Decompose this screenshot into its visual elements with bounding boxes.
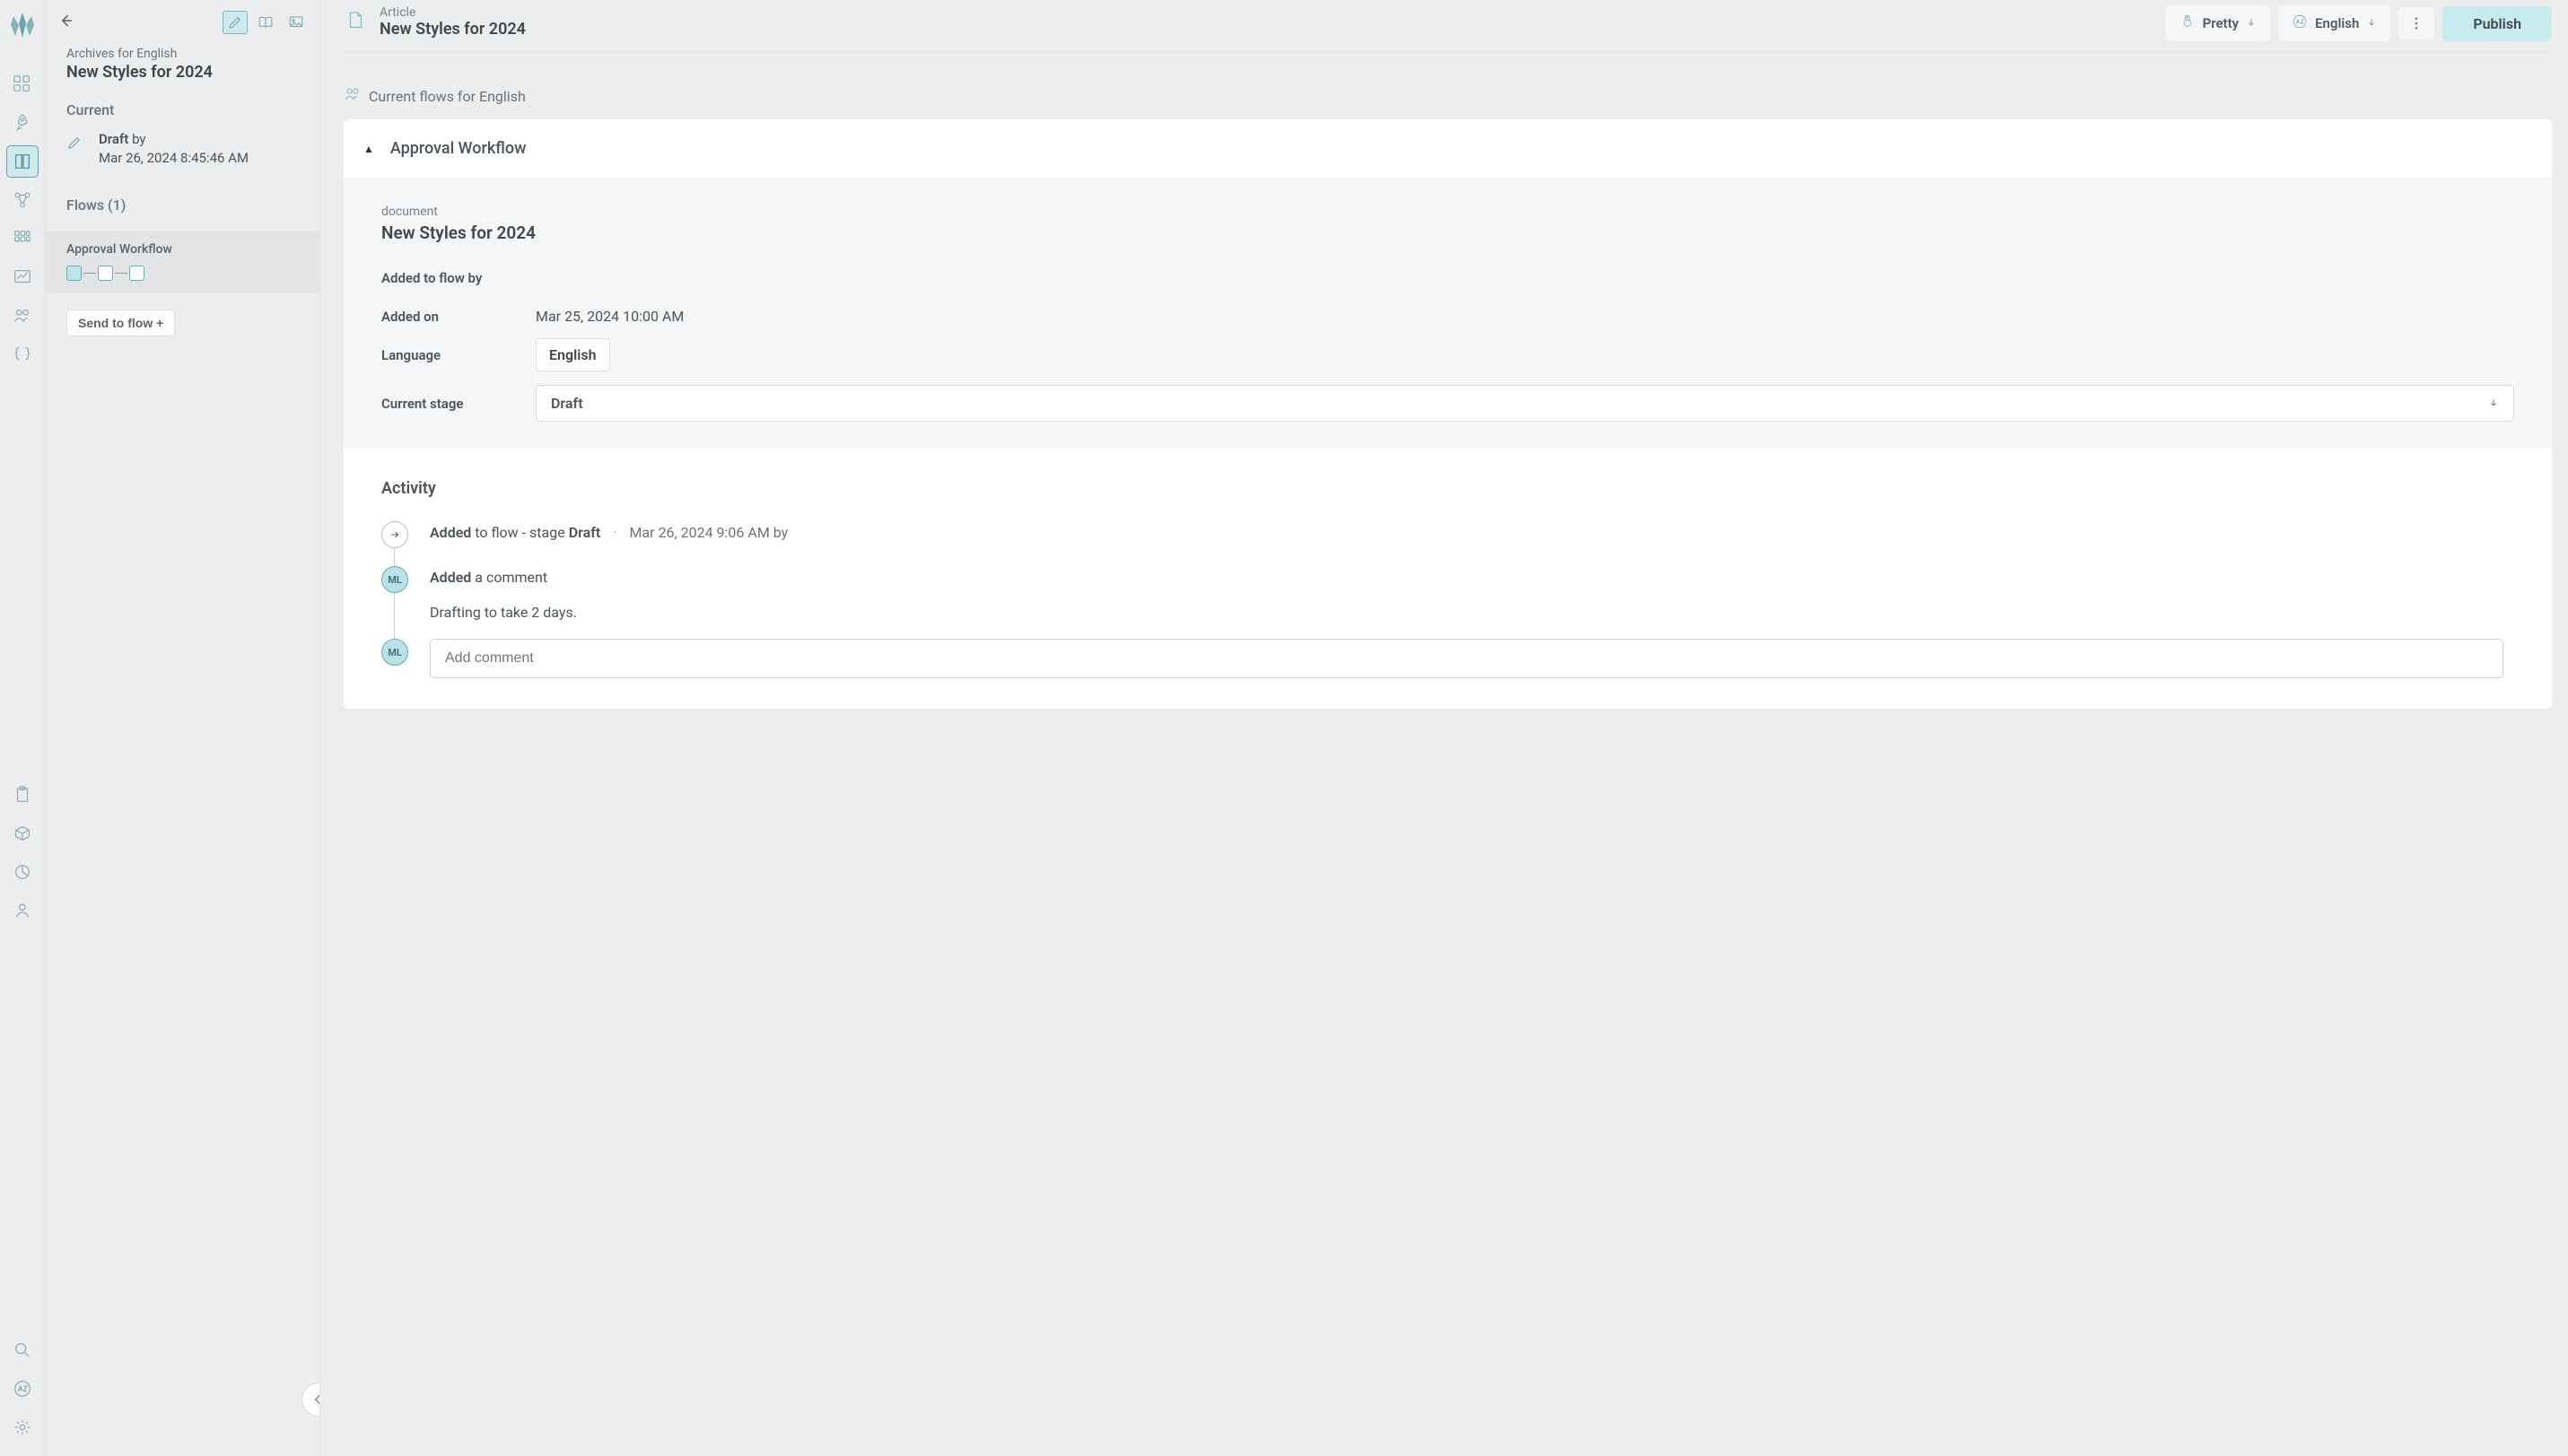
rail-dashboard-icon[interactable] — [6, 68, 39, 100]
people-icon — [344, 85, 362, 107]
document-icon — [345, 10, 367, 37]
meta-language-row: Language English — [381, 346, 2514, 363]
draft-line1: Draft by — [99, 131, 249, 147]
chevron-down-icon — [2366, 15, 2377, 31]
left-rail — [0, 0, 45, 1456]
rail-users-icon[interactable] — [6, 300, 39, 332]
content-type-label: Article — [380, 6, 526, 19]
rail-settings-icon[interactable] — [6, 1411, 39, 1443]
pencil-icon — [66, 131, 86, 166]
main-content: Article New Styles for 2024 Pretty Engli… — [320, 0, 2568, 1456]
activity-heading: Activity — [381, 479, 2503, 498]
flow-steps — [66, 266, 298, 281]
rail-reports-icon[interactable] — [6, 856, 39, 888]
locale-icon — [2292, 13, 2308, 33]
current-flows-heading: Current flows for English — [344, 85, 2552, 107]
header-bar: Article New Styles for 2024 Pretty Engli… — [344, 0, 2552, 53]
language-dropdown[interactable]: English — [2278, 5, 2390, 41]
triangle-up-icon: ▲ — [363, 143, 374, 155]
more-menu-button[interactable] — [2398, 7, 2434, 39]
meta-added-by-row: Added to flow by — [381, 270, 2514, 286]
mode-media-button[interactable] — [284, 11, 309, 34]
send-to-flow-button[interactable]: Send to flow + — [66, 310, 175, 336]
flows-section-label: Flows (1) — [66, 196, 298, 214]
rail-quickstart-icon[interactable] — [6, 107, 39, 139]
meta-stage-row: Current stage Draft — [381, 385, 2514, 422]
rail-locales-icon[interactable] — [6, 1373, 39, 1405]
publish-button[interactable]: Publish — [2442, 6, 2552, 41]
chevron-down-icon — [2488, 395, 2499, 412]
add-comment-row: ML — [381, 639, 2503, 678]
mode-edit-button[interactable] — [223, 11, 248, 34]
rail-search-icon[interactable] — [6, 1334, 39, 1366]
current-section-label: Current — [66, 101, 298, 118]
avatar: ML — [381, 639, 408, 666]
rail-structure-icon[interactable] — [6, 184, 39, 216]
flow-step-2 — [98, 266, 113, 281]
doc-title: New Styles for 2024 — [381, 222, 2514, 243]
current-stage-dropdown[interactable]: Draft — [536, 385, 2514, 422]
rail-package-icon[interactable] — [6, 817, 39, 850]
workflow-card: ▲ Approval Workflow document New Styles … — [344, 119, 2552, 709]
mode-read-button[interactable] — [253, 11, 278, 34]
activity-item-comment: ML Added a comment Drafting to take 2 da… — [381, 566, 2503, 639]
add-comment-input[interactable] — [430, 639, 2503, 678]
activity-timestamp: Mar 26, 2024 9:06 AM by — [629, 524, 788, 541]
rail-analytics-icon[interactable] — [6, 261, 39, 293]
sidebar-panel: Archives for English New Styles for 2024… — [45, 0, 320, 1456]
doc-kind-label: document — [381, 205, 2514, 219]
archives-path: Archives for English — [66, 47, 298, 61]
flow-step-1 — [66, 266, 82, 281]
bunny-icon — [2179, 13, 2196, 33]
flow-item-title: Approval Workflow — [66, 242, 298, 257]
meta-added-on-row: Added on Mar 25, 2024 10:00 AM — [381, 308, 2514, 325]
draft-entry[interactable]: Draft by Mar 26, 2024 8:45:46 AM — [66, 131, 298, 166]
app-logo[interactable] — [8, 11, 37, 41]
rail-clipboard-icon[interactable] — [6, 779, 39, 811]
collapse-sidebar-button[interactable] — [301, 1382, 320, 1417]
language-tag: English — [536, 338, 610, 371]
chevron-down-icon — [2246, 15, 2257, 31]
rail-members-icon[interactable] — [6, 894, 39, 927]
flow-step-3 — [129, 266, 144, 281]
draft-timestamp: Mar 26, 2024 8:45:46 AM — [99, 150, 249, 166]
arrow-right-icon — [381, 521, 408, 548]
workflow-disclosure-button[interactable]: ▲ Approval Workflow — [344, 119, 2552, 178]
rail-api-icon[interactable] — [6, 338, 39, 371]
comment-body: Drafting to take 2 days. — [430, 604, 2503, 621]
activity-item-added: Added to flow - stage Draft · Mar 26, 20… — [381, 521, 2503, 566]
back-button[interactable] — [57, 12, 75, 33]
layout-pretty-dropdown[interactable]: Pretty — [2166, 5, 2270, 41]
sidebar-title: New Styles for 2024 — [66, 63, 298, 82]
rail-apps-icon[interactable] — [6, 222, 39, 255]
flow-item-approval[interactable]: Approval Workflow — [45, 231, 319, 293]
avatar: ML — [381, 566, 408, 593]
rail-content-icon[interactable] — [6, 145, 39, 178]
content-title: New Styles for 2024 — [380, 19, 526, 39]
